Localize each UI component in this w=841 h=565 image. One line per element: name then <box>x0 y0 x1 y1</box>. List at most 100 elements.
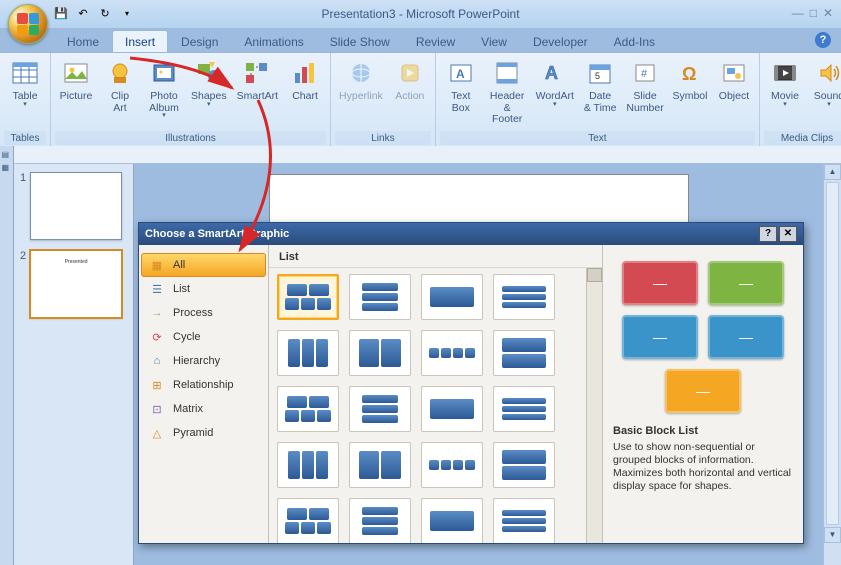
category-cycle[interactable]: ⟳Cycle <box>141 325 266 349</box>
close-button[interactable]: ✕ <box>823 6 833 20</box>
scroll-track[interactable] <box>826 182 839 525</box>
tab-animations[interactable]: Animations <box>231 30 316 52</box>
shapes-icon <box>193 57 225 89</box>
layout-option[interactable] <box>421 274 483 320</box>
slide-thumbnail[interactable]: 1 <box>20 172 127 240</box>
table-button[interactable]: Table <box>4 55 46 131</box>
wordart-button[interactable]: AWordArt <box>532 55 577 131</box>
undo-icon[interactable]: ↶ <box>74 4 92 22</box>
layout-option[interactable] <box>493 386 555 432</box>
slide-number-button[interactable]: #SlideNumber <box>623 55 667 131</box>
ribbon-group-tables: TableTables <box>0 53 51 146</box>
picture-button[interactable]: Picture <box>55 55 97 131</box>
preview-description: Use to show non-sequential or grouped bl… <box>613 441 793 494</box>
photo-icon <box>148 57 180 89</box>
header-footer-button[interactable]: Header& Footer <box>484 55 531 131</box>
layout-option[interactable] <box>493 498 555 543</box>
shapes-button[interactable]: Shapes <box>187 55 231 131</box>
category-icon: ⊞ <box>149 377 165 393</box>
tab-view[interactable]: View <box>468 30 520 52</box>
tab-add-ins[interactable]: Add-Ins <box>601 30 668 52</box>
tab-review[interactable]: Review <box>403 30 468 52</box>
vertical-scrollbar[interactable]: ▲ ▼ <box>823 164 841 565</box>
table-icon <box>9 57 41 89</box>
slides-icon[interactable]: ▦ <box>2 163 12 173</box>
layout-option[interactable] <box>349 498 411 543</box>
category-label: Cycle <box>173 331 201 343</box>
maximize-button[interactable]: □ <box>810 6 817 20</box>
preview-block: — <box>622 315 698 359</box>
slide-number: 1 <box>20 172 26 240</box>
scroll-up-button[interactable]: ▲ <box>824 164 841 180</box>
tab-slide-show[interactable]: Slide Show <box>317 30 403 52</box>
tab-insert[interactable]: Insert <box>112 30 168 52</box>
tab-design[interactable]: Design <box>168 30 231 52</box>
dialog-titlebar[interactable]: Choose a SmartArt Graphic ? ✕ <box>139 223 803 245</box>
qat-dropdown-icon[interactable]: ▾ <box>118 4 136 22</box>
category-label: Pyramid <box>173 427 213 439</box>
category-icon: ▦ <box>149 257 165 273</box>
category-matrix[interactable]: ⊡Matrix <box>141 397 266 421</box>
chart-button[interactable]: Chart <box>284 55 326 131</box>
category-all[interactable]: ▦All <box>141 253 266 277</box>
category-icon: △ <box>149 425 165 441</box>
minimize-button[interactable]: — <box>792 6 804 20</box>
tab-developer[interactable]: Developer <box>520 30 601 52</box>
layout-option[interactable] <box>277 274 339 320</box>
text-box-button[interactable]: ATextBox <box>440 55 482 131</box>
layout-option[interactable] <box>493 274 555 320</box>
ribbon-tabs: HomeInsertDesignAnimationsSlide ShowRevi… <box>50 28 841 52</box>
object-button[interactable]: Object <box>713 55 755 131</box>
layout-option[interactable] <box>421 386 483 432</box>
object-icon <box>718 57 750 89</box>
smartart-icon <box>241 57 273 89</box>
redo-icon[interactable]: ↻ <box>96 4 114 22</box>
layout-option[interactable] <box>421 498 483 543</box>
layout-option[interactable] <box>277 442 339 488</box>
photo-album-button[interactable]: PhotoAlbum <box>143 55 185 131</box>
gallery-scrollbar[interactable] <box>586 268 602 543</box>
layout-option[interactable] <box>349 330 411 376</box>
dialog-help-button[interactable]: ? <box>759 226 777 242</box>
preview-pane: ————— Basic Block List Use to show non-s… <box>603 245 803 543</box>
layout-option[interactable] <box>493 330 555 376</box>
layout-option[interactable] <box>421 330 483 376</box>
group-label: Text <box>440 131 755 145</box>
smartart-dialog: Choose a SmartArt Graphic ? ✕ ▦All☰List→… <box>138 222 804 544</box>
gallery-row <box>273 386 598 432</box>
scroll-down-button[interactable]: ▼ <box>824 527 841 543</box>
date-time-button[interactable]: 5Date& Time <box>579 55 621 131</box>
sound-button[interactable]: Sound <box>808 55 841 131</box>
save-icon[interactable]: 💾 <box>52 4 70 22</box>
layout-option[interactable] <box>493 442 555 488</box>
layout-option[interactable] <box>421 442 483 488</box>
gallery-row <box>273 274 598 320</box>
gallery-scroll-up[interactable] <box>587 268 602 282</box>
outline-icon[interactable]: ▤ <box>2 150 12 160</box>
category-list[interactable]: ☰List <box>141 277 266 301</box>
category-relationship[interactable]: ⊞Relationship <box>141 373 266 397</box>
layout-option[interactable] <box>349 386 411 432</box>
tab-home[interactable]: Home <box>54 30 112 52</box>
symbol-button[interactable]: ΩSymbol <box>669 55 711 131</box>
slide-thumbnail[interactable]: 2Presented <box>20 250 127 318</box>
clip-art-button[interactable]: ClipArt <box>99 55 141 131</box>
smartart-button[interactable]: SmartArt <box>233 55 282 131</box>
category-hierarchy[interactable]: ⌂Hierarchy <box>141 349 266 373</box>
layout-option[interactable] <box>277 498 339 543</box>
layout-option[interactable] <box>349 274 411 320</box>
help-icon[interactable]: ? <box>815 32 831 48</box>
dialog-close-button[interactable]: ✕ <box>779 226 797 242</box>
layout-option[interactable] <box>277 330 339 376</box>
layout-option[interactable] <box>277 386 339 432</box>
slide-icon: # <box>629 57 661 89</box>
movie-button[interactable]: Movie <box>764 55 806 131</box>
outline-toggle-bar[interactable]: ▤ ▦ <box>0 146 14 565</box>
ribbon-group-links: HyperlinkActionLinks <box>331 53 436 146</box>
group-label: Illustrations <box>55 131 326 145</box>
category-pyramid[interactable]: △ Pyramid <box>141 421 266 445</box>
office-button[interactable] <box>8 4 48 44</box>
hyperlink-button: Hyperlink <box>335 55 387 131</box>
category-process[interactable]: →Process <box>141 301 266 325</box>
layout-option[interactable] <box>349 442 411 488</box>
